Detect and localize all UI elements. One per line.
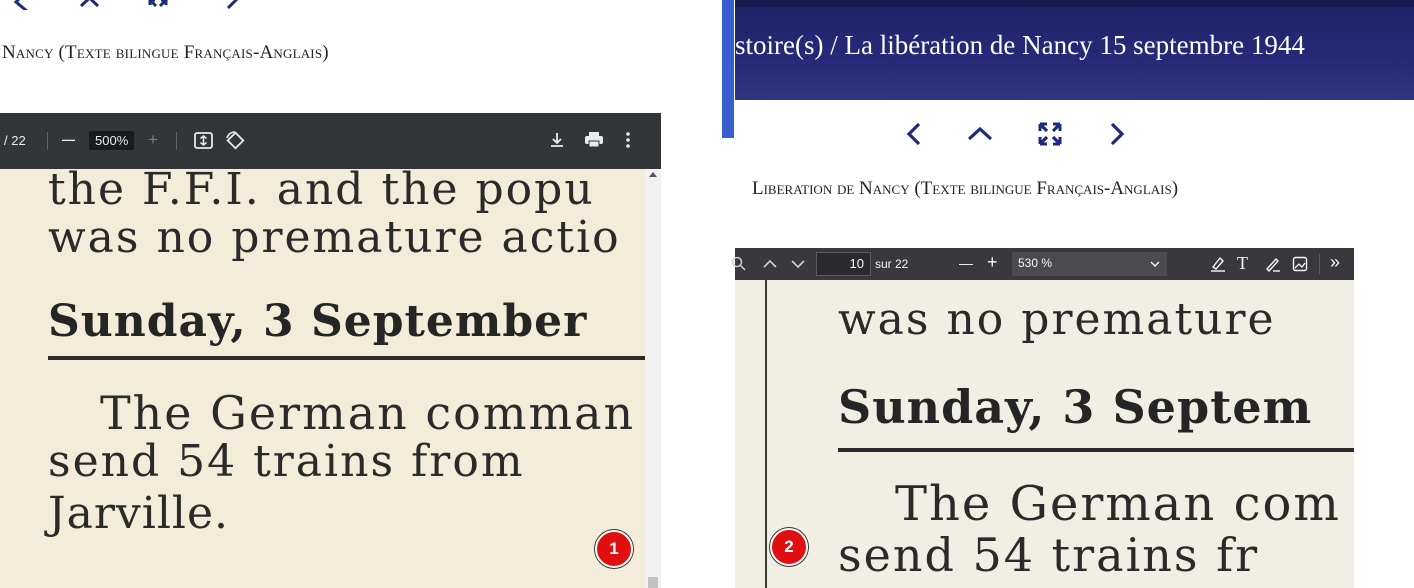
- toolbar-separator: [1319, 254, 1320, 274]
- scan-line: was no premature actio: [48, 212, 621, 263]
- scrollbar-left[interactable]: [645, 169, 661, 588]
- scroll-up-icon[interactable]: [649, 172, 657, 178]
- highlight-icon[interactable]: [1209, 255, 1227, 273]
- print-icon[interactable]: [584, 131, 604, 149]
- image-icon[interactable]: [1292, 256, 1308, 272]
- more-vert-icon[interactable]: [624, 131, 632, 149]
- scan-line: was no premature: [838, 294, 1276, 345]
- page-total: / 22: [4, 133, 26, 148]
- chevron-down-icon: [1150, 261, 1160, 267]
- scan-line: send 54 trains fr: [838, 528, 1260, 582]
- fullscreen-icon[interactable]: [146, 0, 172, 14]
- scan-margin-rule: [765, 280, 767, 588]
- prev-arrow-icon[interactable]: [8, 0, 32, 10]
- zoom-in-button[interactable]: +: [987, 252, 998, 273]
- badge-2: 2: [770, 528, 808, 566]
- zoom-out-button[interactable]: —: [959, 255, 973, 271]
- scan-line: send 54 trains from: [48, 436, 525, 487]
- badge-1: 1: [595, 530, 633, 568]
- scan-rule: [48, 356, 645, 360]
- scan-heading: Sunday, 3 Septem: [838, 380, 1313, 434]
- download-icon[interactable]: [548, 131, 566, 149]
- search-icon[interactable]: [731, 256, 747, 272]
- fit-page-icon[interactable]: [194, 132, 214, 150]
- fullscreen-icon[interactable]: [1037, 121, 1063, 147]
- scroll-thumb[interactable]: [648, 577, 658, 588]
- zoom-out-button[interactable]: —: [62, 132, 75, 147]
- scan-line: The German com: [895, 476, 1341, 532]
- next-arrow-icon[interactable]: [1108, 122, 1128, 146]
- zoom-select[interactable]: 530 %: [1012, 252, 1167, 276]
- breadcrumb[interactable]: stoire(s) / La libération de Nancy 15 se…: [735, 30, 1305, 61]
- toolbar-separator: [47, 132, 48, 150]
- document-title: Liberation de Nancy (Texte bilingue Fran…: [752, 178, 1179, 199]
- document-title: Nancy (Texte bilingue Français-Anglais): [2, 42, 329, 63]
- text-tool-icon[interactable]: T: [1237, 253, 1248, 274]
- scan-rule: [838, 448, 1354, 452]
- rotate-icon[interactable]: [225, 130, 247, 152]
- zoom-value: 530 %: [1018, 256, 1053, 270]
- page-count-label: sur 22: [875, 257, 909, 271]
- prev-arrow-icon[interactable]: [903, 122, 923, 146]
- scan-line: the F.F.I. and the popu: [48, 164, 595, 215]
- close-icon[interactable]: [78, 0, 104, 10]
- scan-line: The German comman: [100, 386, 636, 440]
- more-tools-button[interactable]: »: [1330, 252, 1340, 273]
- draw-icon[interactable]: [1264, 255, 1282, 273]
- next-arrow-icon[interactable]: [218, 0, 242, 10]
- page-number-input[interactable]: 10: [816, 252, 871, 276]
- toolbar-separator: [176, 132, 177, 150]
- up-arrow-icon[interactable]: [967, 124, 993, 142]
- pdf-toolbar-left: / 22 — 500% +: [0, 113, 661, 169]
- next-page-icon[interactable]: [790, 258, 806, 270]
- scan-heading: Sunday, 3 September: [48, 296, 588, 347]
- zoom-in-button[interactable]: +: [148, 130, 158, 150]
- panel-divider: [722, 0, 734, 138]
- prev-page-icon[interactable]: [762, 258, 778, 270]
- pdf-toolbar-right: 10 sur 22 — + 530 % T »: [731, 248, 1354, 280]
- scan-line: Jarville.: [48, 488, 230, 539]
- zoom-value[interactable]: 500%: [89, 131, 135, 150]
